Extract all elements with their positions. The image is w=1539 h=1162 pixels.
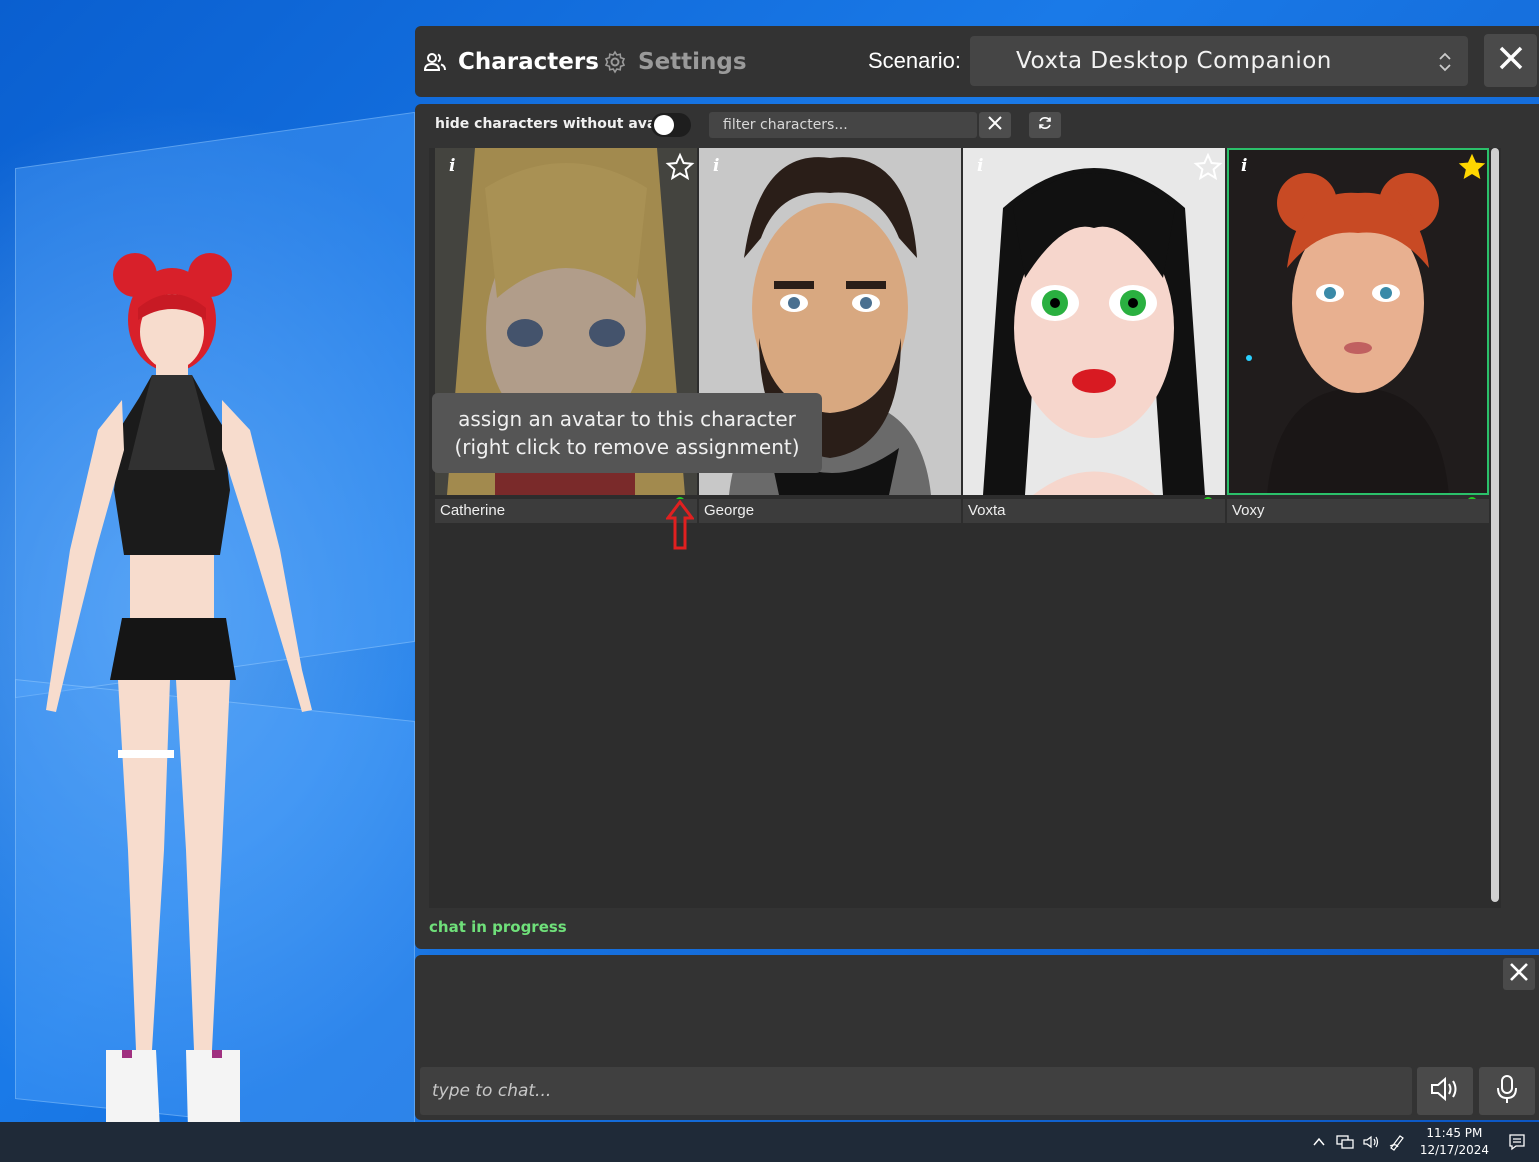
close-icon	[1497, 44, 1525, 77]
clock[interactable]: 11:45 PM 12/17/2024	[1420, 1125, 1489, 1159]
taskbar: 11:45 PM 12/17/2024	[0, 1122, 1539, 1162]
tooltip-line-2: (right click to remove assignment)	[454, 435, 800, 459]
speaker-button[interactable]	[1417, 1067, 1473, 1115]
chevron-updown-icon	[1436, 50, 1454, 74]
close-icon	[1509, 962, 1529, 987]
character-card-voxy[interactable]: i Voxy	[1227, 148, 1491, 523]
tab-characters[interactable]: Characters	[415, 26, 599, 97]
top-bar: Characters Settings Scenario: Voxta Desk…	[415, 26, 1539, 97]
gear-icon	[603, 49, 627, 74]
assign-avatar-tooltip: assign an avatar to this character (righ…	[432, 393, 822, 473]
character-info-icon[interactable]: i	[977, 156, 983, 176]
tab-characters-label: Characters	[458, 48, 599, 75]
volume-icon[interactable]	[1360, 1131, 1382, 1153]
character-info-icon[interactable]: i	[713, 156, 719, 176]
favorite-star-icon[interactable]	[1193, 152, 1223, 182]
close-app-button[interactable]	[1484, 34, 1537, 87]
grid-scrollbar[interactable]	[1491, 148, 1499, 902]
chat-input[interactable]	[420, 1067, 1412, 1115]
character-name: George	[699, 499, 961, 523]
scenario-dropdown[interactable]: Voxta Desktop Companion	[970, 36, 1468, 86]
clock-date: 12/17/2024	[1419, 1143, 1489, 1157]
system-tray: 11:45 PM 12/17/2024	[1308, 1122, 1539, 1162]
hide-without-avatar-toggle[interactable]	[651, 113, 691, 137]
chat-status: chat in progress	[429, 918, 567, 936]
clear-filter-button[interactable]	[979, 112, 1011, 138]
scenario-label: Scenario:	[868, 48, 961, 73]
filter-characters-input[interactable]	[709, 112, 977, 138]
microphone-icon	[1496, 1074, 1518, 1109]
refresh-icon	[1037, 115, 1053, 136]
arrow-up-icon	[665, 499, 695, 552]
favorite-star-icon[interactable]	[665, 152, 695, 182]
character-card-voxta[interactable]: i Voxta	[963, 148, 1227, 523]
hide-without-avatar-label: hide characters without avatar	[435, 116, 680, 132]
users-icon	[423, 50, 447, 74]
character-portrait[interactable]	[1227, 148, 1489, 495]
character-info-icon[interactable]: i	[449, 156, 455, 176]
character-info-icon[interactable]: i	[1241, 156, 1247, 176]
scenario-value: Voxta Desktop Companion	[1016, 48, 1332, 74]
tooltip-line-1: assign an avatar to this character	[458, 407, 796, 431]
characters-toolbar: hide characters without avatar	[415, 104, 1539, 146]
network-icon[interactable]	[1334, 1131, 1356, 1153]
close-icon	[987, 115, 1003, 136]
character-name: Voxy	[1227, 499, 1489, 523]
character-portrait[interactable]	[963, 148, 1225, 495]
character-name: Catherine	[435, 499, 697, 523]
chevron-up-icon[interactable]	[1308, 1131, 1330, 1153]
favorite-star-icon[interactable]	[1457, 152, 1487, 182]
clock-time: 11:45 PM	[1426, 1126, 1483, 1140]
chat-panel	[415, 955, 1539, 1120]
refresh-button[interactable]	[1029, 112, 1061, 138]
character-grid: i Catherine i George i Voxta i Voxy	[429, 148, 1501, 908]
tab-settings-label: Settings	[638, 48, 747, 75]
characters-panel: hide characters without avatar filter ch…	[415, 104, 1539, 949]
speaker-icon	[1430, 1076, 1460, 1107]
microphone-button[interactable]	[1479, 1067, 1535, 1115]
notification-icon[interactable]	[1501, 1126, 1533, 1158]
toggle-knob	[654, 115, 674, 135]
character-name: Voxta	[963, 499, 1225, 523]
desktop-avatar-figure[interactable]	[40, 250, 340, 1140]
tab-settings[interactable]: Settings	[595, 26, 765, 97]
close-chat-button[interactable]	[1503, 958, 1535, 990]
pen-icon[interactable]	[1386, 1131, 1408, 1153]
